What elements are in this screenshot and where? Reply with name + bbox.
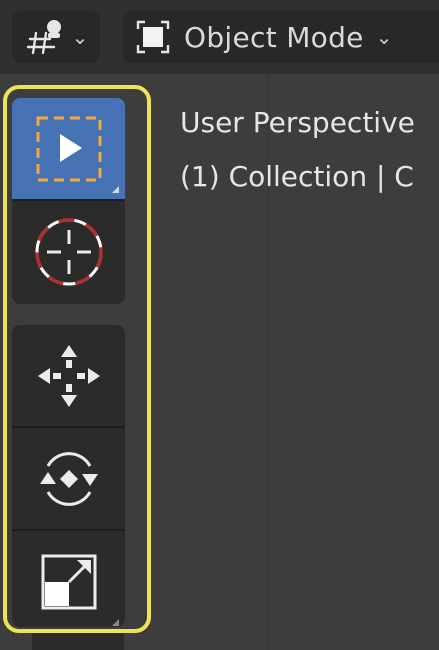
chevron-down-icon: ⌄ — [71, 25, 89, 49]
editor-type-button[interactable]: ⌄ — [12, 11, 100, 63]
perspective-label: User Perspective — [180, 106, 415, 139]
object-mode-icon — [136, 20, 170, 54]
mode-label: Object Mode — [184, 20, 364, 54]
toolbar-highlight — [3, 85, 151, 633]
viewport-header: ⌄ Object Mode ⌄ — [0, 0, 439, 74]
viewport-gizmo-icon — [26, 20, 61, 55]
toolbar-overflow — [32, 632, 124, 650]
collection-label: (1) Collection | C — [180, 160, 414, 193]
object-mode-dropdown[interactable]: Object Mode ⌄ — [122, 11, 439, 63]
chevron-down-icon: ⌄ — [375, 25, 393, 49]
